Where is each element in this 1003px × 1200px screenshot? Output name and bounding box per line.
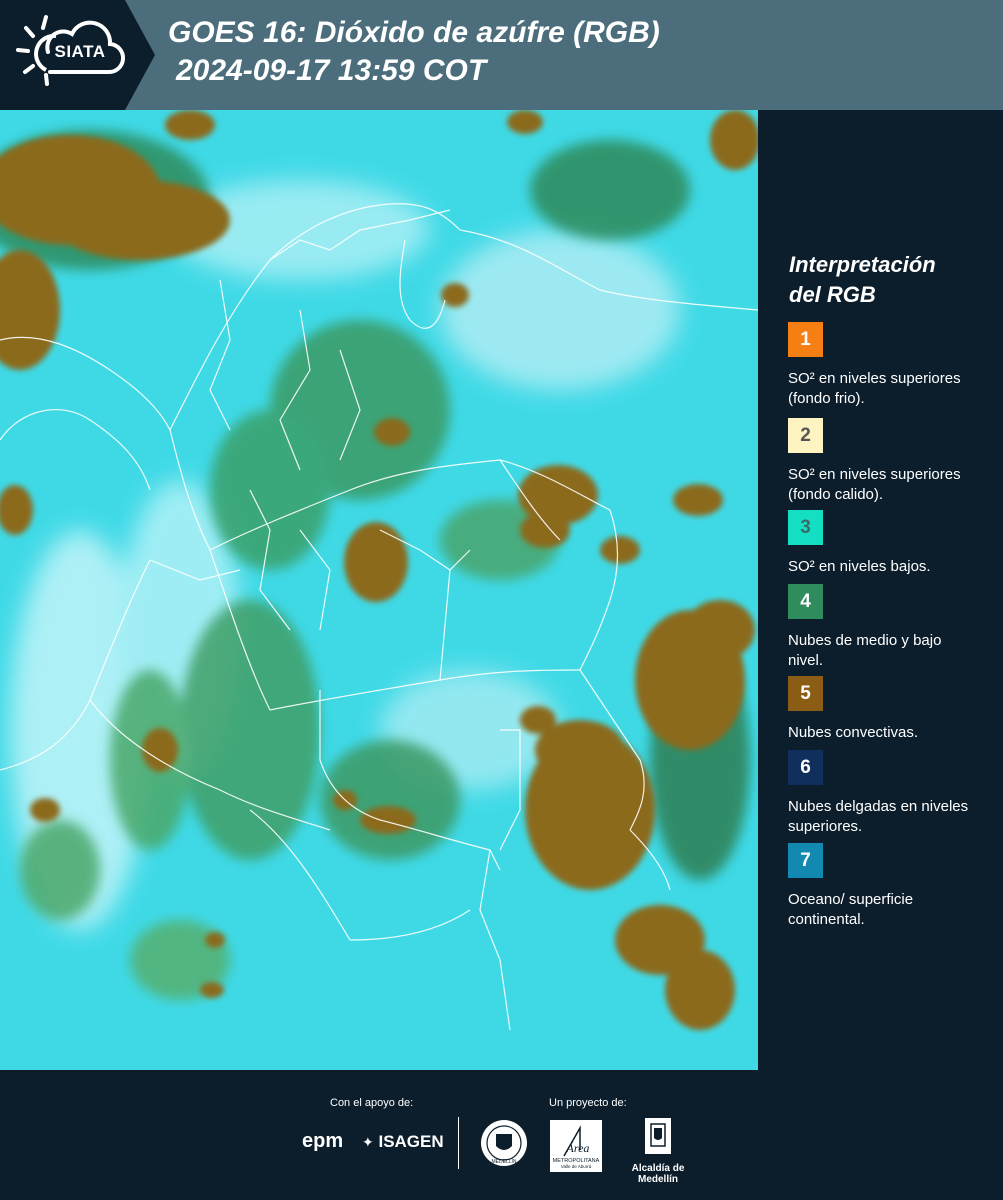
- legend-item-1: 1 SO² en niveles superiores (fondo frio)…: [788, 322, 988, 409]
- legend-swatch-4: 4: [788, 584, 823, 619]
- legend-label-4: Nubes de medio y bajo nivel.: [788, 632, 942, 669]
- legend-title-line1: Interpretación: [789, 252, 936, 277]
- epm-logo: epm: [302, 1130, 344, 1152]
- seal-text: MEDELLÍN: [491, 1158, 516, 1165]
- isagen-logo: ✦ ISAGEN: [362, 1132, 444, 1152]
- legend-item-7: 7 Oceano/ superficie continental.: [788, 843, 988, 930]
- legend-title: Interpretación del RGB: [789, 250, 989, 310]
- footer: Con el apoyo de: Un proyecto de: epm ✦ I…: [0, 1070, 1003, 1200]
- legend-item-5: 5 Nubes convectivas.: [788, 676, 988, 743]
- area-main-text: Área: [566, 1141, 590, 1155]
- siata-logo-text: SIATA: [54, 42, 106, 61]
- footer-divider: [458, 1117, 459, 1169]
- legend-label-6: Nubes delgadas en niveles superiores.: [788, 798, 969, 835]
- support-label: Con el apoyo de:: [330, 1097, 414, 1109]
- project-label: Un proyecto de:: [549, 1097, 627, 1109]
- isagen-text: ISAGEN: [378, 1132, 444, 1151]
- legend-panel: Interpretación del RGB 1 SO² en niveles …: [760, 110, 1003, 1070]
- legend-swatch-1: 1: [788, 322, 823, 357]
- legend-swatch-6: 6: [788, 750, 823, 785]
- legend-swatch-5: 5: [788, 676, 823, 711]
- header: SIATA GOES 16: Dióxido de azúfre (RGB) 2…: [0, 0, 1003, 110]
- alcaldia-crest-icon: [645, 1118, 671, 1154]
- legend-title-line2: del RGB: [789, 282, 876, 307]
- medellin-seal: MEDELLÍN: [480, 1118, 528, 1173]
- legend-item-3: 3 SO² en niveles bajos.: [788, 510, 988, 577]
- legend-label-2: SO² en niveles superiores (fondo calido)…: [788, 466, 961, 503]
- satellite-image: [0, 110, 758, 1070]
- legend-label-3: SO² en niveles bajos.: [788, 558, 931, 575]
- legend-label-7: Oceano/ superficie continental.: [788, 891, 914, 928]
- siata-logo: SIATA: [0, 0, 160, 110]
- timestamp: 2024-09-17 13:59 COT: [176, 54, 487, 87]
- legend-swatch-3: 3: [788, 510, 823, 545]
- page-title: GOES 16: Dióxido de azúfre (RGB): [168, 16, 660, 49]
- legend-item-4: 4 Nubes de medio y bajo nivel.: [788, 584, 988, 671]
- area-sub2-text: Valle de Aburrá: [561, 1164, 592, 1169]
- legend-item-2: 2 SO² en niveles superiores (fondo calid…: [788, 418, 988, 505]
- legend-swatch-7: 7: [788, 843, 823, 878]
- area-metropolitana-logo: Área METROPOLITANA Valle de Aburrá: [550, 1120, 602, 1177]
- legend-label-5: Nubes convectivas.: [788, 724, 919, 741]
- legend-item-6: 6 Nubes delgadas en niveles superiores.: [788, 750, 988, 837]
- legend-label-1: SO² en niveles superiores (fondo frio).: [788, 370, 961, 407]
- alcaldia-logo: Alcaldía de Medellín: [613, 1116, 703, 1185]
- isagen-icon: ✦: [362, 1134, 374, 1150]
- legend-swatch-2: 2: [788, 418, 823, 453]
- alcaldia-text: Alcaldía de Medellín: [631, 1163, 685, 1185]
